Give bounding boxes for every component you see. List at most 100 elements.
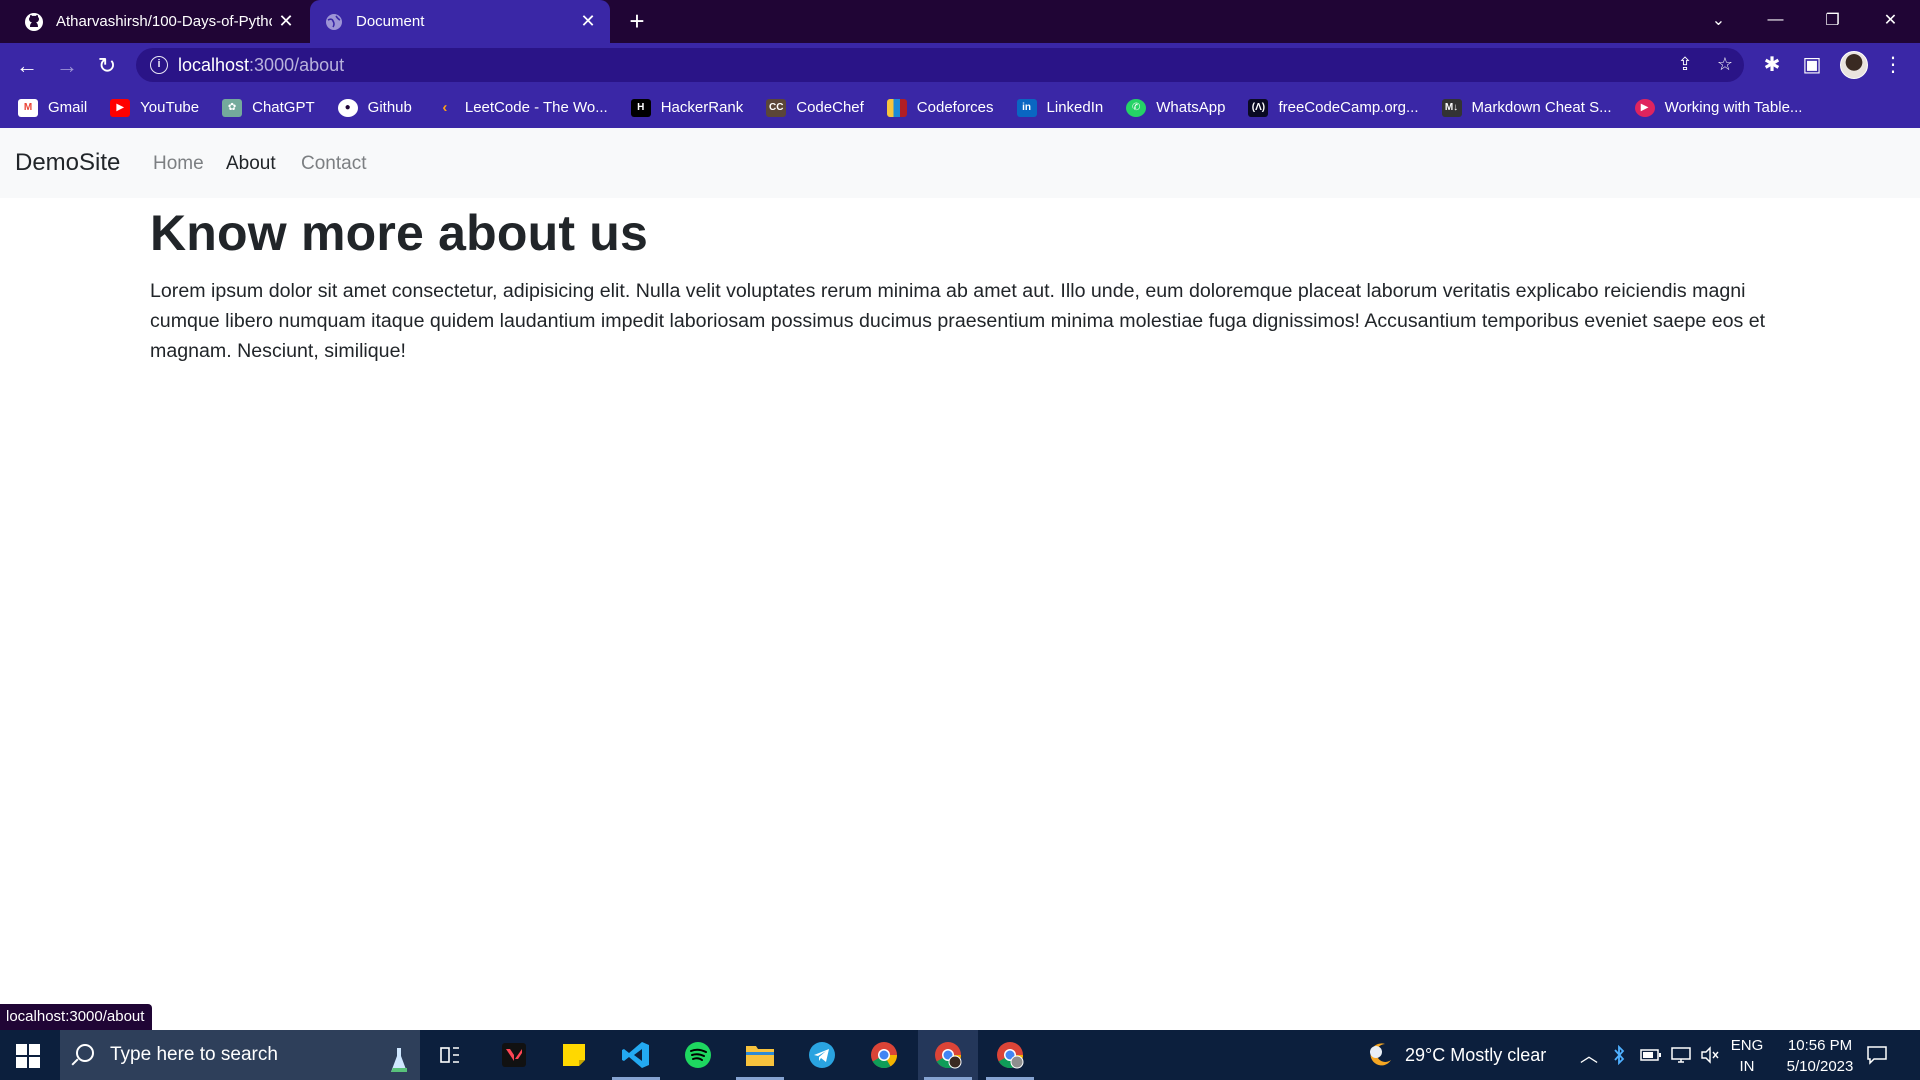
page-heading: Know more about us [150,205,649,261]
sticky-notes-app-icon[interactable] [544,1030,604,1080]
bookmark-label: freeCodeCamp.org... [1278,99,1419,116]
chrome-profile-app-icon[interactable] [918,1030,978,1080]
share-icon[interactable]: ⇪ [1674,54,1696,76]
bookmark-linkedin[interactable]: in LinkedIn [1016,98,1104,117]
volume-muted-icon[interactable] [1700,1030,1720,1080]
clock-date: 5/10/2023 [1786,1058,1854,1075]
show-hidden-icons-chevron[interactable]: ︿ [1580,1030,1598,1080]
bookmark-codeforces[interactable]: Codeforces [886,98,994,117]
search-highlight-art-icon [391,1048,407,1072]
reload-button[interactable]: ↻ [92,51,122,81]
bookmark-gmail[interactable]: M Gmail [18,98,88,117]
about-paragraph: Lorem ipsum dolor sit amet consectetur, … [150,280,1766,362]
chrome-alt-profile-app-icon[interactable] [980,1030,1040,1080]
bookmark-label: Gmail [48,99,88,116]
close-tab-icon[interactable]: ✕ [574,11,602,32]
globe-icon [326,13,342,30]
clock-time: 10:56 PM [1787,1037,1853,1054]
tab-title: Atharvashirsh/100-Days-of-Python [56,13,272,30]
new-tab-button[interactable]: + [622,6,652,36]
bookmark-leetcode[interactable]: ‹ LeetCode - The Wo... [435,99,608,117]
github-icon [25,12,43,31]
battery-icon[interactable] [1640,1030,1662,1080]
bookmark-label: WhatsApp [1156,99,1226,116]
bookmark-label: LeetCode - The Wo... [464,99,608,116]
network-icon[interactable] [1670,1030,1692,1080]
bookmark-codechef[interactable]: CC CodeChef [766,98,864,117]
task-view-icon[interactable] [420,1030,480,1080]
input-language[interactable]: ENG IN [1727,1035,1767,1077]
bookmark-github[interactable]: ● Github [337,98,412,117]
codeforces-icon [886,98,907,117]
profile-avatar[interactable] [1840,51,1868,79]
region-code: IN [1739,1058,1755,1075]
bookmark-youtube[interactable]: ▶ YouTube [110,98,199,117]
bookmark-chatgpt[interactable]: ✿ ChatGPT [222,98,315,117]
minimize-button[interactable]: — [1747,0,1804,40]
vscode-app-icon[interactable] [606,1030,666,1080]
hackerrank-icon: H [630,98,651,117]
forward-button[interactable]: → [52,51,82,81]
menu-kebab-icon[interactable]: ⋮ [1880,52,1906,78]
site-info-icon[interactable]: i [150,56,168,74]
spotify-app-icon[interactable] [668,1030,728,1080]
site-navbar: DemoSite Home About Contact [0,128,1920,198]
nav-link-home[interactable]: Home [153,153,204,175]
close-tab-icon[interactable]: ✕ [272,11,300,32]
chatgpt-icon: ✿ [222,98,243,117]
site-brand[interactable]: DemoSite [15,149,120,177]
youtube-icon: ▶ [110,98,131,117]
taskbar-search-box[interactable]: Type here to search [60,1030,420,1080]
taskbar-clock[interactable]: 10:56 PM 5/10/2023 [1770,1035,1870,1077]
windows-taskbar: Type here to search 29°C Mostly clear ︿ … [0,1030,1920,1080]
lang-code: ENG [1730,1037,1764,1054]
bluetooth-icon[interactable] [1612,1030,1626,1080]
extensions-icon[interactable]: ✱ [1759,52,1785,78]
bookmark-label: HackerRank [660,99,744,116]
table-icon: ▶ [1634,98,1655,117]
url-text[interactable]: localhost:3000/about [178,55,344,76]
bookmark-label: LinkedIn [1046,99,1104,116]
url-path: :3000/about [249,55,345,75]
bookmark-markdown[interactable]: M↓ Markdown Cheat S... [1441,98,1612,117]
bookmark-label: Github [367,99,412,116]
bookmark-star-icon[interactable]: ☆ [1714,54,1736,76]
bookmark-label: CodeChef [796,99,864,116]
telegram-app-icon[interactable] [792,1030,852,1080]
url-host: localhost [178,55,250,75]
side-panel-icon[interactable]: ▣ [1799,52,1825,78]
weather-widget[interactable]: 29°C Mostly clear [1365,1030,1546,1080]
bookmark-whatsapp[interactable]: ✆ WhatsApp [1126,98,1226,117]
close-window-button[interactable]: ✕ [1862,0,1919,40]
leetcode-icon: ‹ [442,99,448,116]
bookmark-label: Codeforces [916,99,994,116]
tab-document[interactable]: Document ✕ [310,0,610,43]
browser-toolbar: ← → ↻ i localhost:3000/about ⇪ ☆ ✱ ▣ ⋮ [0,43,1920,87]
link-status-bubble: localhost:3000/about [0,1004,153,1030]
bookmark-working-with-tables[interactable]: ▶ Working with Table... [1634,98,1803,117]
nav-link-about[interactable]: About [226,153,276,175]
valorant-app-icon[interactable] [484,1030,544,1080]
chrome-app-icon[interactable] [854,1030,914,1080]
gmail-icon: M [18,98,38,117]
bookmark-label: Working with Table... [1664,99,1803,116]
weather-text: 29°C Mostly clear [1405,1044,1547,1065]
markdown-icon: M↓ [1441,98,1462,117]
tab-title: Document [356,13,425,30]
bookmark-hackerrank[interactable]: H HackerRank [630,98,744,117]
bookmark-freecodecamp[interactable]: (Λ) freeCodeCamp.org... [1248,98,1419,117]
search-placeholder: Type here to search [110,1044,278,1065]
address-bar[interactable]: i localhost:3000/about ⇪ ☆ [136,48,1744,82]
restore-button[interactable]: ❐ [1804,0,1861,40]
windows-start-icon[interactable] [16,1044,40,1068]
whatsapp-icon: ✆ [1126,98,1147,117]
tab-search-chevron-icon[interactable]: ⌄ [1690,0,1747,40]
notification-center-icon[interactable] [1866,1030,1888,1080]
back-button[interactable]: ← [12,51,42,81]
bookmark-label: ChatGPT [252,99,315,116]
file-explorer-app-icon[interactable] [730,1030,790,1080]
moon-weather-icon [1370,1043,1391,1066]
nav-link-contact[interactable]: Contact [301,153,366,175]
github-icon: ● [337,98,358,117]
tab-github-repo[interactable]: Atharvashirsh/100-Days-of-Python ✕ [10,0,308,43]
